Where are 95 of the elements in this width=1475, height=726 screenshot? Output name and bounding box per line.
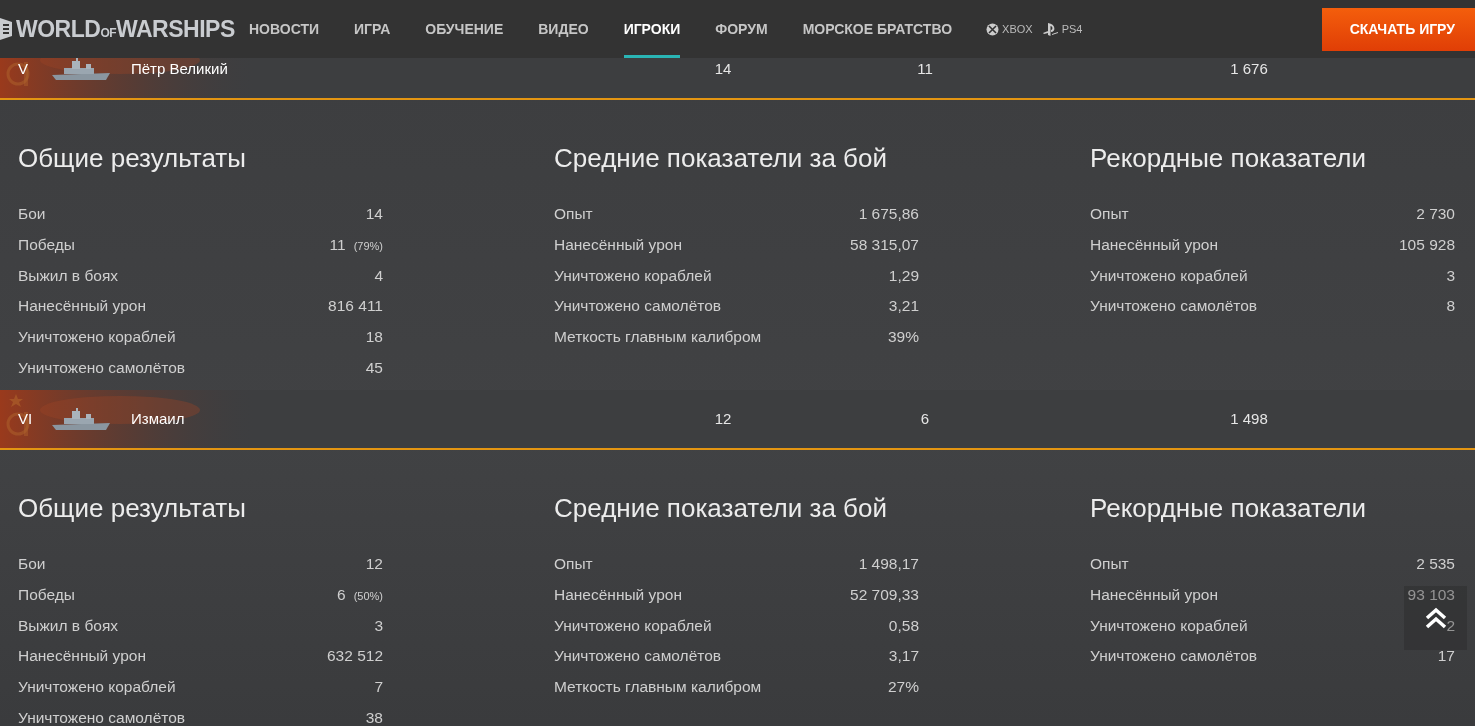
stat-value: 52 709,33 [850, 584, 919, 605]
stat-value: 45 [365, 358, 383, 378]
logo-icon[interactable] [0, 16, 14, 42]
average-experience: 1 676 [1229, 58, 1269, 79]
stat-label: Уничтожено кораблей [554, 265, 712, 286]
stat-label: Нанесённый урон [1090, 584, 1218, 605]
section-title: Средние показатели за бой [554, 492, 888, 525]
battles-count: 12 [713, 408, 733, 429]
stat-value: 2 [1446, 615, 1455, 636]
stat-value: 39% [887, 327, 919, 348]
ship-name: Пётр Великий [130, 58, 229, 79]
stat-label: Меткость главным калибром [554, 677, 762, 698]
stat-value: 816 411 [328, 296, 383, 317]
stat-value: 17 [1437, 646, 1455, 667]
stat-label: Уничтожено самолётов [554, 646, 722, 667]
stat-label: Уничтожено самолётов [18, 358, 186, 378]
stat-value: 18 [365, 327, 383, 348]
stat-label: Уничтожено кораблей [18, 327, 176, 348]
stat-value: 3,17 [888, 646, 919, 667]
stat-label: Уничтожено кораблей [1090, 615, 1248, 636]
battles-count: 14 [713, 58, 733, 79]
stat-value: 3,21 [888, 296, 919, 317]
stat-label: Выжил в боях [18, 265, 119, 286]
stat-value: 8 [1446, 296, 1455, 317]
stat-value: 38 [365, 708, 383, 726]
stat-label: Нанесённый урон [1090, 234, 1218, 255]
stat-label: Бои [18, 204, 46, 224]
stat-label: Победы [18, 584, 75, 605]
platform-label[interactable]: PS4 [1061, 20, 1083, 38]
nav-link[interactable]: ВИДЕО [538, 0, 589, 58]
stat-label: Выжил в боях [18, 615, 119, 636]
stat-label: Бои [18, 554, 46, 574]
wins-count: 6 [919, 408, 931, 429]
stat-label: Нанесённый урон [18, 296, 146, 317]
stat-value: 2 535 [1416, 554, 1455, 574]
stat-label: Нанесённый урон [554, 234, 682, 255]
stat-label: Победы [18, 234, 75, 255]
stat-label: Уничтожено самолётов [554, 296, 722, 317]
stat-value: 632 512 [326, 646, 383, 667]
stat-value: 14 [365, 204, 383, 224]
stat-label: Уничтожено кораблей [554, 615, 712, 636]
stat-value: 27% [887, 677, 919, 698]
logo-text[interactable]: WORLDOFWARSHIPS [16, 11, 235, 47]
section-title: Рекордные показатели [1090, 492, 1367, 525]
stat-label: Уничтожено самолётов [1090, 646, 1258, 667]
section-title: Общие результаты [18, 492, 247, 525]
stat-label: Опыт [554, 554, 593, 574]
average-experience: 1 498 [1229, 408, 1269, 429]
ship-name: Измаил [130, 408, 186, 429]
stat-percent: (79%) [353, 239, 383, 252]
stat-label: Опыт [554, 204, 593, 224]
stat-label: Уничтожено кораблей [1090, 265, 1248, 286]
stat-label: Нанесённый урон [554, 584, 682, 605]
stat-value: 7 [374, 677, 383, 698]
stat-value: 1,29 [888, 265, 919, 286]
nav-link[interactable]: ИГРА [354, 0, 391, 58]
stat-label: Меткость главным калибром [554, 327, 762, 348]
nav-link[interactable]: МОРСКОЕ БРАТСТВО [802, 0, 953, 58]
stat-value: 11 [329, 235, 346, 253]
section-title: Средние показатели за бой [554, 142, 888, 175]
stat-label: Опыт [1090, 204, 1129, 224]
section-title: Рекордные показатели [1090, 142, 1367, 175]
wins-count: 11 [916, 58, 934, 79]
download-button[interactable]: СКАЧАТЬ ИГРУ [1321, 7, 1475, 51]
stat-value: 1 675,86 [858, 204, 919, 224]
stat-value: 58 315,07 [850, 234, 919, 255]
playstation-icon[interactable] [1042, 22, 1059, 36]
section-title: Общие результаты [18, 142, 247, 175]
stat-value: 0,58 [888, 615, 919, 636]
stat-value: 1 498,17 [858, 554, 919, 574]
stat-label: Опыт [1090, 554, 1129, 574]
xbox-icon[interactable] [986, 22, 1000, 36]
tier-label: VI [18, 408, 34, 429]
nav-link[interactable]: ОБУЧЕНИЕ [425, 0, 504, 58]
stat-label: Уничтожено кораблей [18, 677, 176, 698]
stat-label: Уничтожено самолётов [1090, 296, 1258, 317]
stat-value: 4 [374, 265, 383, 286]
stat-value: 93 103 [1407, 584, 1455, 605]
ship-icon [50, 407, 112, 432]
platform-label[interactable]: XBOX [1002, 20, 1033, 38]
nav-link[interactable]: НОВОСТИ [249, 0, 320, 58]
stat-label: Нанесённый урон [18, 646, 146, 667]
nav-link[interactable]: ФОРУМ [715, 0, 768, 58]
stat-value: 3 [1446, 265, 1455, 286]
tier-label: V [18, 58, 29, 79]
stat-value: 6 [337, 585, 346, 603]
stat-label: Уничтожено самолётов [18, 708, 186, 726]
ship-icon [50, 57, 112, 82]
stat-value: 105 928 [1398, 234, 1455, 255]
stat-percent: (50%) [353, 589, 383, 602]
chevron-up-icon [1423, 607, 1448, 629]
scroll-to-top-button[interactable] [1404, 586, 1467, 650]
stat-value: 2 730 [1416, 204, 1455, 224]
stat-value: 3 [374, 615, 383, 636]
stat-value: 12 [365, 554, 383, 574]
